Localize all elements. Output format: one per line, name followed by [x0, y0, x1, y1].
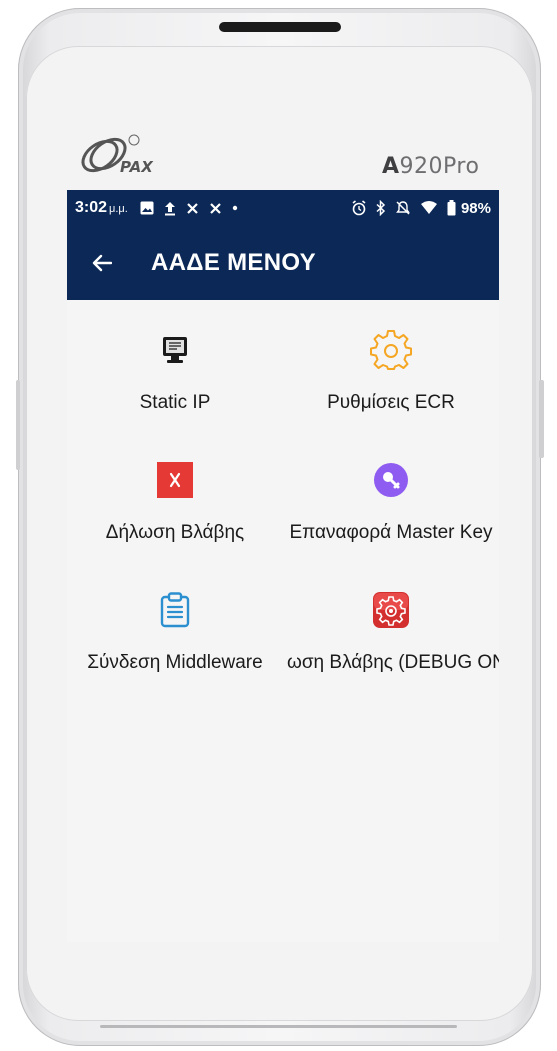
menu-item-ecr-settings[interactable]: Ρυθμίσεις ECR [283, 300, 499, 430]
menu-item-label: Δήλωση Βλάβης [105, 522, 245, 543]
gear-icon [369, 328, 413, 372]
right-side-button [539, 380, 544, 458]
upload-icon [164, 201, 176, 216]
svg-text:PAX: PAX [120, 158, 154, 176]
wifi-icon [420, 201, 438, 215]
menu-item-label: Σύνδεση Middleware [87, 652, 263, 673]
clipboard-icon [153, 588, 197, 632]
menu-item-master-key-reset[interactable]: Επαναφορά Master Key [283, 430, 499, 560]
menu-item-label: Επαναφορά Master Key [289, 522, 493, 543]
model-label: A920Pro [382, 154, 480, 179]
battery-percent: 98% [460, 199, 491, 217]
monitor-icon [153, 328, 197, 372]
menu-item-label: Ρυθμίσεις ECR [327, 392, 455, 413]
x-mark-icon [153, 458, 197, 502]
left-side-button [16, 380, 20, 470]
image-icon [140, 201, 154, 215]
bluetooth-icon [376, 200, 386, 216]
vibrate-off-icon [395, 200, 411, 216]
menu-item-label: ωση Βλάβης (DEBUG ONL [287, 652, 499, 673]
key-icon [369, 458, 413, 502]
back-button[interactable] [89, 250, 115, 276]
menu-item-middleware-connection[interactable]: Σύνδεση Middleware [67, 560, 283, 690]
arrow-left-icon [92, 254, 112, 272]
dot-icon [232, 205, 238, 211]
alarm-icon [351, 200, 367, 216]
bottom-bezel-line [100, 1025, 457, 1028]
battery-icon [447, 200, 456, 216]
pax-logo-icon: PAX [81, 134, 154, 176]
menu-item-fault-report-debug[interactable]: ωση Βλάβης (DEBUG ONL [283, 560, 499, 690]
page-title: ΑΑΔΕ ΜΕΝΟΥ [151, 249, 316, 276]
muted-x-icon [186, 202, 199, 215]
menu-item-static-ip[interactable]: Static IP [67, 300, 283, 430]
muted-x-icon [209, 202, 222, 215]
app-bar: ΑΑΔΕ ΜΕΝΟΥ [67, 226, 499, 300]
menu-item-label: Static IP [139, 392, 211, 413]
status-bar: 3:02 μ.μ. 98% [67, 190, 499, 226]
device-screen: 3:02 μ.μ. 98% ΑΑΔΕ ΜΕΝΟΥ Static IP Ρυθμί… [67, 190, 499, 942]
red-gear-icon [369, 588, 413, 632]
menu-item-fault-report[interactable]: Δήλωση Βλάβης [67, 430, 283, 560]
status-time: 3:02 μ.μ. [75, 199, 128, 216]
speaker-grille [219, 22, 341, 32]
